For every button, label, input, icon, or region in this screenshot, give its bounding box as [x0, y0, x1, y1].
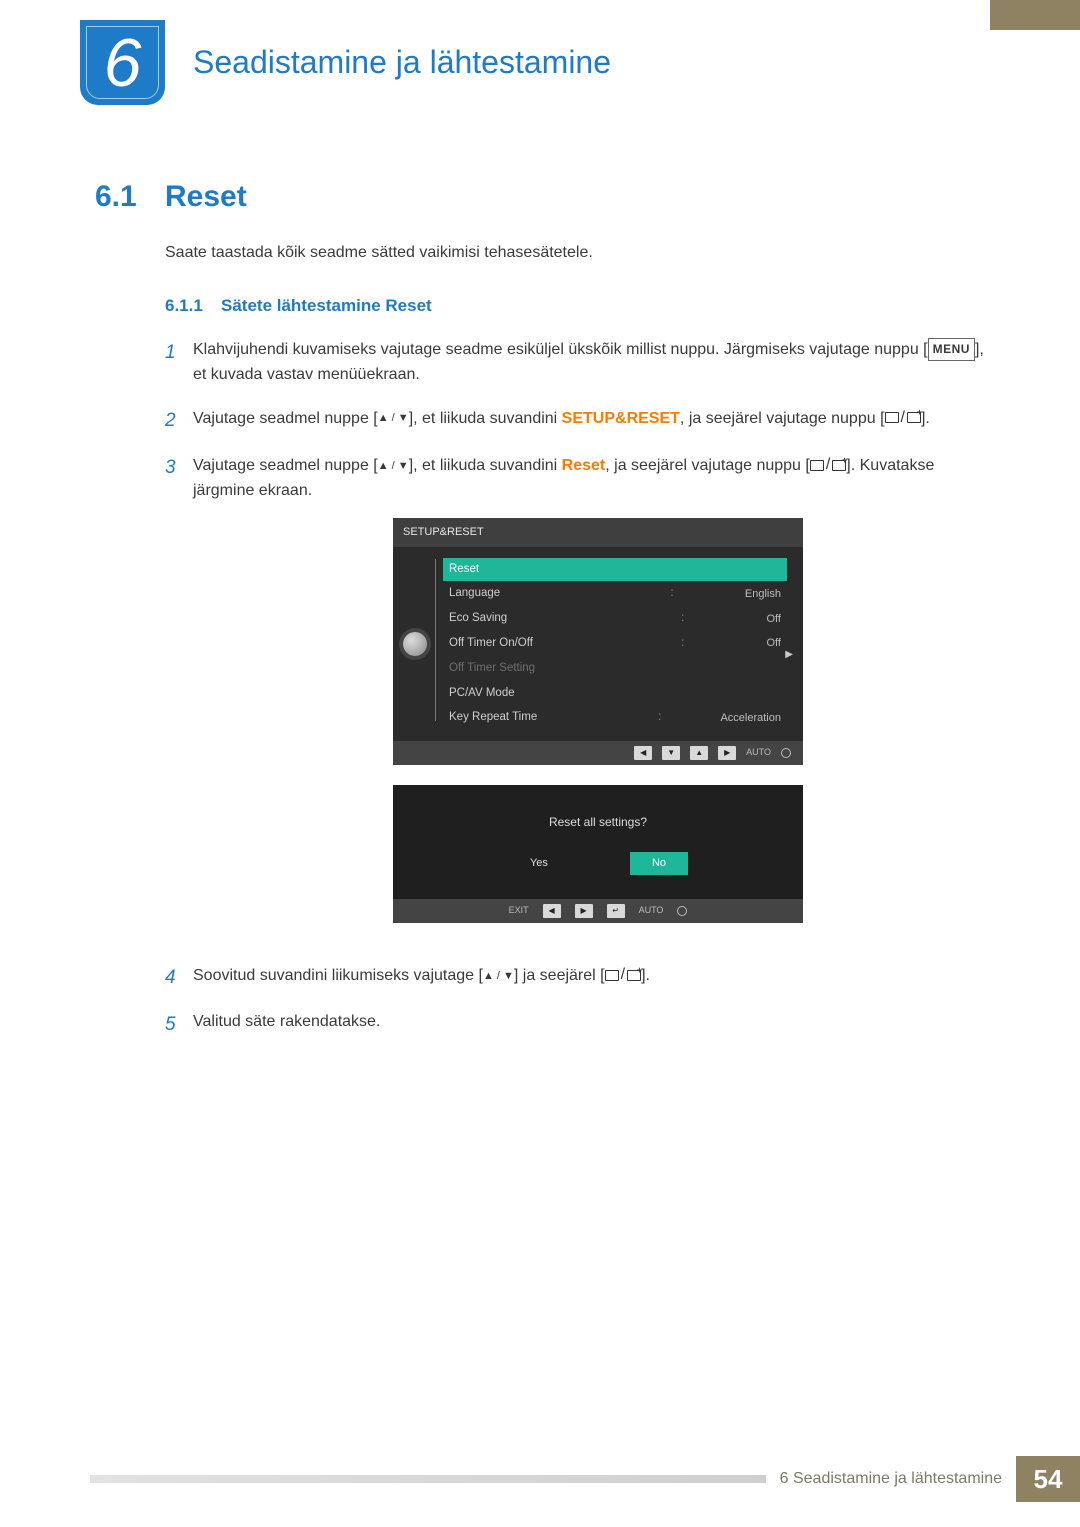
osd-title: SETUP&RESET — [393, 518, 803, 547]
auto-label: AUTO — [746, 746, 771, 760]
subsection-heading: 6.1.1 Sätete lähtestamine Reset — [165, 296, 985, 316]
chapter-header: 6 Seadistamine ja lähtestamine — [80, 20, 611, 105]
nav-right-icon: ▶ — [575, 904, 593, 918]
up-down-icon: ▲ / ▼ — [378, 458, 409, 475]
osd-row-language: Language:English — [443, 582, 787, 606]
highlight-reset: Reset — [562, 457, 606, 474]
confirm-options: Yes No — [393, 852, 803, 875]
osd-row-eco-saving: Eco Saving:Off — [443, 607, 787, 631]
source-enter-icon: / — [810, 453, 846, 478]
page-footer: 6 Seadistamine ja lähtestamine 54 — [90, 1459, 1080, 1499]
section-heading: 6.1 Reset — [95, 180, 985, 214]
menu-button-label: MENU — [928, 338, 975, 361]
section-number: 6.1 — [95, 180, 165, 214]
highlight-setup-reset: SETUP&RESET — [562, 409, 680, 426]
step-number: 4 — [165, 963, 193, 992]
jog-dial-icon — [403, 632, 427, 656]
source-enter-icon: / — [885, 406, 921, 431]
step-number: 3 — [165, 453, 193, 945]
chapter-number-badge: 6 — [80, 20, 165, 105]
subsection-title: Sätete lähtestamine Reset — [221, 296, 432, 316]
footer-chapter-label: 6 Seadistamine ja lähtestamine — [766, 1470, 1016, 1488]
step-number: 1 — [165, 338, 193, 388]
nav-enter-icon: ↵ — [607, 904, 625, 918]
section-intro: Saate taastada kõik seadme sätted vaikim… — [165, 244, 985, 262]
step-body: Klahvijuhendi kuvamiseks vajutage seadme… — [193, 338, 985, 388]
page-content: 6.1 Reset Saate taastada kõik seadme sät… — [95, 180, 985, 1058]
up-down-icon: ▲ / ▼ — [378, 410, 409, 427]
power-icon — [781, 748, 791, 758]
osd-row-key-repeat-time: Key Repeat Time:Acceleration — [443, 706, 787, 730]
section-title: Reset — [165, 180, 247, 214]
footer-bar — [90, 1475, 766, 1483]
step-body: Soovitud suvandini liikumiseks vajutage … — [193, 963, 985, 992]
chapter-title: Seadistamine ja lähtestamine — [193, 44, 611, 81]
option-no: No — [630, 852, 688, 875]
step-2: 2 Vajutage seadmel nuppe [▲ / ▼], et lii… — [165, 406, 985, 435]
osd-dialog-footer: EXIT ◀ ▶ ↵ AUTO — [393, 899, 803, 923]
step-body: Valitud säte rakendatakse. — [193, 1010, 985, 1039]
nav-left-icon: ◀ — [543, 904, 561, 918]
up-down-icon: ▲ / ▼ — [483, 968, 514, 985]
auto-label: AUTO — [639, 904, 664, 918]
option-yes: Yes — [508, 852, 570, 875]
chapter-number: 6 — [104, 24, 142, 102]
nav-right-icon: ▶ — [718, 746, 736, 760]
power-icon — [677, 906, 687, 916]
nav-up-icon: ▲ — [690, 746, 708, 760]
confirm-question: Reset all settings? — [393, 813, 803, 832]
submenu-arrow-icon: ▶ — [785, 647, 793, 663]
tree-line — [435, 559, 436, 722]
osd-footer: ◀ ▼ ▲ ▶ AUTO — [393, 741, 803, 765]
step-3: 3 Vajutage seadmel nuppe [▲ / ▼], et lii… — [165, 453, 985, 945]
osd-reset-confirm-dialog: Reset all settings? Yes No EXIT ◀ ▶ ↵ AU… — [393, 785, 803, 923]
corner-accent — [990, 0, 1080, 30]
subsection-number: 6.1.1 — [165, 296, 221, 316]
osd-body: Reset Language:English Eco Saving:Off Of… — [393, 547, 803, 742]
step-4: 4 Soovitud suvandini liikumiseks vajutag… — [165, 963, 985, 992]
source-enter-icon: / — [605, 963, 641, 988]
step-number: 2 — [165, 406, 193, 435]
osd-dialog-body: Reset all settings? Yes No — [393, 785, 803, 899]
step-number: 5 — [165, 1010, 193, 1039]
step-body: Vajutage seadmel nuppe [▲ / ▼], et liiku… — [193, 406, 985, 435]
steps-list: 1 Klahvijuhendi kuvamiseks vajutage sead… — [165, 338, 985, 1040]
osd-row-pcav-mode: PC/AV Mode — [443, 682, 787, 706]
nav-left-icon: ◀ — [634, 746, 652, 760]
osd-row-off-timer-onoff: Off Timer On/Off:Off — [443, 632, 787, 656]
exit-label: EXIT — [509, 904, 529, 918]
osd-screenshots: SETUP&RESET Reset Language:English Eco S… — [393, 518, 803, 923]
nav-down-icon: ▼ — [662, 746, 680, 760]
step-body: Vajutage seadmel nuppe [▲ / ▼], et liiku… — [193, 453, 985, 945]
osd-setup-reset-menu: SETUP&RESET Reset Language:English Eco S… — [393, 518, 803, 766]
osd-row-off-timer-setting: Off Timer Setting — [443, 657, 787, 681]
step-5: 5 Valitud säte rakendatakse. — [165, 1010, 985, 1039]
step-1: 1 Klahvijuhendi kuvamiseks vajutage sead… — [165, 338, 985, 388]
osd-row-reset: Reset — [443, 558, 787, 582]
page-number: 54 — [1016, 1456, 1080, 1502]
